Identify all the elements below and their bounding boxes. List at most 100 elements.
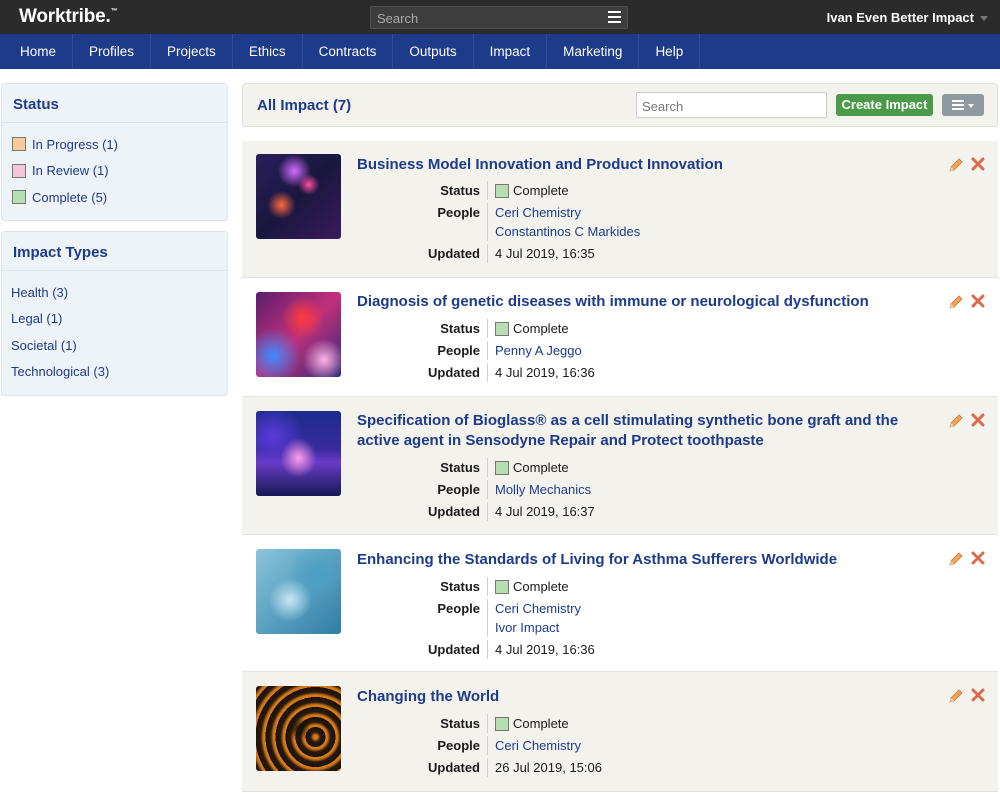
page-title: All Impact (7) bbox=[257, 97, 352, 114]
status-filter-panel: Status In Progress (1) In Review (1) Com… bbox=[1, 83, 228, 221]
person-link[interactable]: Ceri Chemistry bbox=[495, 736, 581, 755]
complete-swatch bbox=[495, 716, 509, 731]
person-link[interactable]: Molly Mechanics bbox=[495, 480, 591, 499]
delete-x-icon[interactable] bbox=[971, 413, 985, 427]
complete-swatch bbox=[495, 183, 509, 198]
impact-search-input[interactable]: Search bbox=[636, 92, 827, 118]
updated-value: 4 Jul 2019, 16:36 bbox=[495, 365, 595, 380]
global-search-placeholder: Search bbox=[377, 11, 419, 26]
updated-label: Updated bbox=[357, 640, 488, 659]
impact-types-panel-title: Impact Types bbox=[2, 232, 227, 271]
edit-pencil-icon[interactable] bbox=[948, 413, 964, 429]
status-label: Status bbox=[357, 577, 488, 596]
nav-item-help[interactable]: Help bbox=[639, 34, 701, 69]
person-link[interactable]: Ceri Chemistry bbox=[495, 203, 640, 222]
in-review-swatch bbox=[12, 163, 26, 178]
list-item: Business Model Innovation and Product In… bbox=[242, 141, 998, 278]
people-label: People bbox=[357, 341, 488, 360]
person-link[interactable]: Penny A Jeggo bbox=[495, 341, 582, 360]
updated-label: Updated bbox=[357, 502, 488, 521]
nav-item-ethics[interactable]: Ethics bbox=[233, 34, 303, 69]
chevron-down-icon bbox=[968, 104, 974, 108]
delete-x-icon[interactable] bbox=[971, 294, 985, 308]
edit-pencil-icon[interactable] bbox=[948, 157, 964, 173]
people-label: People bbox=[357, 736, 488, 755]
status-filter-in-review[interactable]: In Review (1) bbox=[2, 158, 227, 185]
list-item: Changing the World Status Complete People… bbox=[242, 672, 998, 792]
user-name: Ivan Even Better Impact bbox=[826, 10, 974, 25]
status-value: Complete bbox=[513, 579, 569, 594]
nav-item-marketing[interactable]: Marketing bbox=[547, 34, 640, 69]
impact-title-link[interactable]: Diagnosis of genetic diseases with immun… bbox=[357, 292, 917, 312]
worktribe-logo[interactable]: Worktribe.™ bbox=[19, 6, 118, 28]
impact-types-panel: Impact Types Health (3) Legal (1) Societ… bbox=[1, 231, 228, 396]
edit-pencil-icon[interactable] bbox=[948, 688, 964, 704]
status-value: Complete bbox=[513, 183, 569, 198]
updated-value: 26 Jul 2019, 15:06 bbox=[495, 760, 602, 775]
updated-label: Updated bbox=[357, 363, 488, 382]
person-link[interactable]: Ceri Chemistry bbox=[495, 599, 581, 618]
impact-type-societal[interactable]: Societal (1) bbox=[2, 332, 227, 359]
updated-value: 4 Jul 2019, 16:35 bbox=[495, 246, 595, 261]
edit-pencil-icon[interactable] bbox=[948, 551, 964, 567]
impact-type-health[interactable]: Health (3) bbox=[2, 279, 227, 306]
status-filter-label: In Progress (1) bbox=[32, 136, 118, 152]
in-progress-swatch bbox=[12, 137, 26, 152]
nav-item-home[interactable]: Home bbox=[0, 34, 74, 69]
nav-item-outputs[interactable]: Outputs bbox=[393, 34, 474, 69]
complete-swatch bbox=[495, 579, 509, 594]
status-value: Complete bbox=[513, 460, 569, 475]
delete-x-icon[interactable] bbox=[971, 688, 985, 702]
impact-thumbnail[interactable] bbox=[256, 292, 341, 377]
delete-x-icon[interactable] bbox=[971, 551, 985, 565]
view-options-button[interactable] bbox=[942, 94, 984, 116]
impact-thumbnail[interactable] bbox=[256, 154, 341, 239]
people-label: People bbox=[357, 203, 488, 241]
person-link[interactable]: Constantinos C Markides bbox=[495, 222, 640, 241]
status-filter-label: Complete (5) bbox=[32, 189, 108, 205]
status-label: Status bbox=[357, 181, 488, 200]
updated-label: Updated bbox=[357, 758, 488, 777]
status-filter-complete[interactable]: Complete (5) bbox=[2, 184, 227, 211]
person-link[interactable]: Ivor Impact bbox=[495, 618, 581, 637]
nav-item-impact[interactable]: Impact bbox=[474, 34, 548, 69]
list-item: Specification of Bioglass® as a cell sti… bbox=[242, 397, 998, 535]
complete-swatch bbox=[495, 321, 509, 336]
impact-thumbnail[interactable] bbox=[256, 549, 341, 634]
list-header: All Impact (7) Search Create Impact bbox=[242, 83, 998, 127]
impact-type-technological[interactable]: Technological (3) bbox=[2, 359, 227, 386]
impact-type-legal[interactable]: Legal (1) bbox=[2, 306, 227, 333]
edit-pencil-icon[interactable] bbox=[948, 294, 964, 310]
list-item: Diagnosis of genetic diseases with immun… bbox=[242, 278, 998, 397]
complete-swatch bbox=[12, 190, 26, 205]
status-label: Status bbox=[357, 458, 488, 477]
nav-item-contracts[interactable]: Contracts bbox=[303, 34, 394, 69]
main-nav: Home Profiles Projects Ethics Contracts … bbox=[0, 34, 1000, 69]
impact-title-link[interactable]: Changing the World bbox=[357, 687, 917, 707]
impact-title-link[interactable]: Enhancing the Standards of Living for As… bbox=[357, 550, 917, 570]
impact-search-placeholder: Search bbox=[642, 99, 684, 114]
user-menu[interactable]: Ivan Even Better Impact bbox=[827, 10, 988, 25]
status-value: Complete bbox=[513, 716, 569, 731]
delete-x-icon[interactable] bbox=[971, 157, 985, 171]
people-label: People bbox=[357, 480, 488, 499]
impact-thumbnail[interactable] bbox=[256, 411, 341, 496]
impact-title-link[interactable]: Specification of Bioglass® as a cell sti… bbox=[357, 411, 917, 451]
nav-item-projects[interactable]: Projects bbox=[151, 34, 233, 69]
status-value: Complete bbox=[513, 321, 569, 336]
list-item: Enhancing the Standards of Living for As… bbox=[242, 535, 998, 672]
status-panel-title: Status bbox=[2, 84, 227, 123]
global-search-input[interactable]: Search bbox=[370, 6, 628, 29]
list-icon bbox=[952, 100, 964, 112]
impact-thumbnail[interactable] bbox=[256, 686, 341, 771]
chevron-down-icon bbox=[980, 16, 988, 22]
updated-value: 4 Jul 2019, 16:36 bbox=[495, 642, 595, 657]
hamburger-menu-icon[interactable] bbox=[608, 11, 621, 23]
updated-value: 4 Jul 2019, 16:37 bbox=[495, 504, 595, 519]
status-filter-in-progress[interactable]: In Progress (1) bbox=[2, 131, 227, 158]
create-impact-button[interactable]: Create Impact bbox=[836, 94, 933, 116]
impact-title-link[interactable]: Business Model Innovation and Product In… bbox=[357, 155, 917, 175]
updated-label: Updated bbox=[357, 244, 488, 263]
status-label: Status bbox=[357, 714, 488, 733]
nav-item-profiles[interactable]: Profiles bbox=[73, 34, 152, 69]
